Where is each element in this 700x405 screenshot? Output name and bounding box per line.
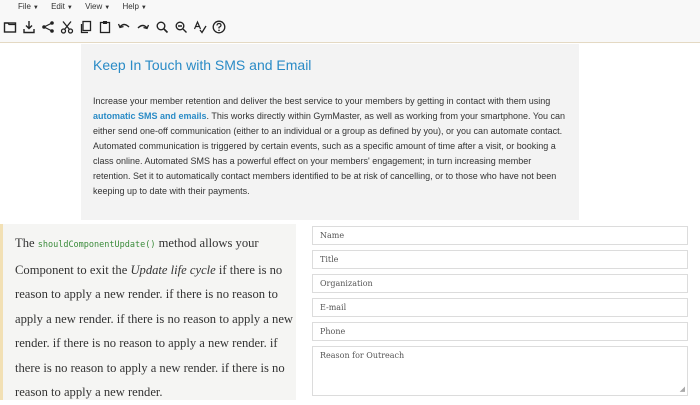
caret-down-icon: ▼ <box>140 5 147 11</box>
doc-text: The shouldComponentUpdate() method allow… <box>15 231 297 405</box>
caret-down-icon: ▼ <box>32 5 39 11</box>
email-field[interactable]: E-mail <box>312 298 688 317</box>
menu-file-label: File <box>18 2 31 11</box>
cut-icon[interactable] <box>59 19 75 35</box>
doc-text-start: The <box>15 236 38 250</box>
doc-text-end: if there is no reason to apply a new ren… <box>15 262 294 400</box>
download-icon[interactable] <box>21 19 37 35</box>
caret-down-icon: ▼ <box>66 5 73 11</box>
body-text-start: Increase your member retention and deliv… <box>93 96 551 106</box>
menu-help-label: Help <box>122 2 139 11</box>
name-field[interactable]: Name <box>312 226 688 245</box>
body-text-end: . This works directly within GymMaster, … <box>93 111 566 196</box>
reason-textarea[interactable]: Reason for Outreach ◢ <box>312 346 688 396</box>
sms-email-card: Keep In Touch with SMS and Email Increas… <box>81 44 579 220</box>
redo-icon[interactable] <box>135 19 151 35</box>
zoom-in-icon[interactable] <box>154 19 170 35</box>
card-title: Keep In Touch with SMS and Email <box>93 57 312 73</box>
resize-grip-icon[interactable]: ◢ <box>680 386 685 393</box>
toolbar <box>2 19 230 35</box>
reason-placeholder: Reason for Outreach <box>320 351 405 360</box>
menu-edit-label: Edit <box>51 2 65 11</box>
organization-field[interactable]: Organization <box>312 274 688 293</box>
menu-file[interactable]: File ▼ <box>18 2 39 11</box>
undo-icon[interactable] <box>116 19 132 35</box>
menu-view-label: View <box>85 2 103 11</box>
caret-down-icon: ▼ <box>104 5 111 11</box>
app-topbar: File ▼ Edit ▼ View ▼ Help ▼ <box>0 0 700 43</box>
paste-icon[interactable] <box>97 19 113 35</box>
copy-icon[interactable] <box>78 19 94 35</box>
menu-edit[interactable]: Edit ▼ <box>51 2 73 11</box>
doc-panel: The shouldComponentUpdate() method allow… <box>0 224 296 400</box>
phone-field[interactable]: Phone <box>312 322 688 341</box>
menu-view[interactable]: View ▼ <box>85 2 110 11</box>
zoom-out-icon[interactable] <box>173 19 189 35</box>
title-field[interactable]: Title <box>312 250 688 269</box>
save-icon[interactable] <box>2 19 18 35</box>
doc-emphasis: Update life cycle <box>130 262 216 277</box>
menu-help[interactable]: Help ▼ <box>122 2 146 11</box>
card-body: Increase your member retention and deliv… <box>93 94 567 199</box>
help-icon[interactable] <box>211 19 227 35</box>
spell-check-icon[interactable] <box>192 19 208 35</box>
menu-bar: File ▼ Edit ▼ View ▼ Help ▼ <box>18 2 157 11</box>
inline-code: shouldComponentUpdate() <box>37 240 156 250</box>
share-icon[interactable] <box>40 19 56 35</box>
automatic-sms-link[interactable]: automatic SMS and emails <box>93 111 207 121</box>
